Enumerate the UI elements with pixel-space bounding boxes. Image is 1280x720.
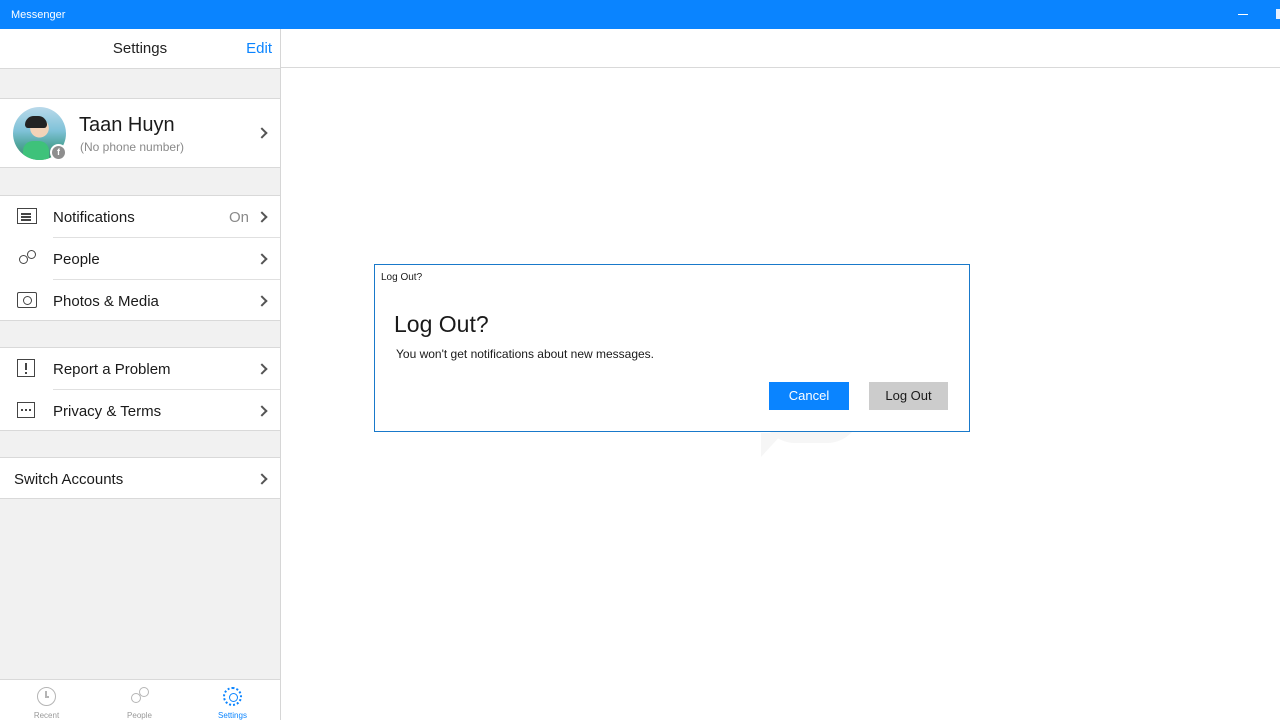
menu-item-label: Photos & Media [53, 293, 159, 310]
main-header [281, 29, 1280, 68]
profile-phone: (No phone number) [80, 140, 185, 154]
clock-icon [37, 687, 56, 706]
dialog-message: You won't get notifications about new me… [396, 347, 655, 361]
tab-label: People [127, 711, 152, 720]
profile-row[interactable]: f Taan Huyn (No phone number) [0, 98, 280, 168]
sidebar-title: Settings [112, 40, 168, 57]
menu-item-label: Report a Problem [53, 361, 171, 378]
camera-icon [17, 292, 37, 308]
dialog-caption: Log Out? [381, 272, 423, 283]
people-icon [17, 250, 37, 266]
sidebar-header: Settings Edit [0, 29, 280, 69]
menu-item-photos-media[interactable]: Photos & Media [0, 280, 280, 322]
bottom-tab-bar: Recent People Settings [0, 679, 280, 720]
settings-group-accounts: Switch Accounts [0, 457, 280, 499]
menu-item-label: Switch Accounts [14, 471, 124, 488]
tab-settings[interactable]: Settings [186, 680, 279, 720]
menu-item-report-problem[interactable]: Report a Problem [0, 348, 280, 390]
notifications-icon [17, 208, 37, 224]
chevron-right-icon [256, 127, 268, 139]
chevron-right-icon [256, 211, 268, 223]
chevron-right-icon [256, 253, 268, 265]
menu-item-switch-accounts[interactable]: Switch Accounts [0, 458, 280, 500]
menu-item-privacy-terms[interactable]: Privacy & Terms [0, 390, 280, 432]
settings-sidebar: Settings Edit f Taan Huyn (No phone numb… [0, 29, 281, 720]
gear-icon [223, 687, 242, 706]
maximize-button[interactable] [1276, 9, 1280, 19]
settings-group-support: Report a Problem Privacy & Terms [0, 347, 280, 431]
menu-item-label: People [53, 251, 100, 268]
log-out-button[interactable]: Log Out [869, 382, 948, 410]
settings-group-general: Notifications On People Photos & Media [0, 195, 280, 321]
chevron-right-icon [256, 473, 268, 485]
menu-item-people[interactable]: People [0, 238, 280, 280]
tab-people[interactable]: People [93, 680, 186, 720]
tab-recent[interactable]: Recent [0, 680, 93, 720]
menu-item-label: Notifications [53, 209, 135, 226]
chevron-right-icon [256, 363, 268, 375]
minimize-button[interactable] [1232, 0, 1254, 29]
cancel-button[interactable]: Cancel [769, 382, 849, 410]
menu-item-label: Privacy & Terms [53, 403, 162, 420]
app-title: Messenger [11, 9, 66, 21]
privacy-icon [17, 402, 35, 418]
title-bar: Messenger [0, 0, 1280, 29]
tab-label: Recent [33, 711, 60, 720]
notifications-status: On [228, 209, 249, 226]
tab-label: Settings [218, 711, 247, 720]
edit-button[interactable]: Edit [246, 40, 272, 57]
profile-name: Taan Huyn [79, 114, 175, 136]
facebook-badge-icon: f [50, 144, 67, 161]
chevron-right-icon [256, 295, 268, 307]
dialog-title: Log Out? [394, 311, 489, 337]
people-icon [130, 687, 149, 706]
menu-item-notifications[interactable]: Notifications On [0, 196, 280, 238]
logout-dialog: Log Out? Log Out? You won't get notifica… [374, 264, 970, 432]
chevron-right-icon [256, 405, 268, 417]
report-icon [17, 359, 35, 377]
